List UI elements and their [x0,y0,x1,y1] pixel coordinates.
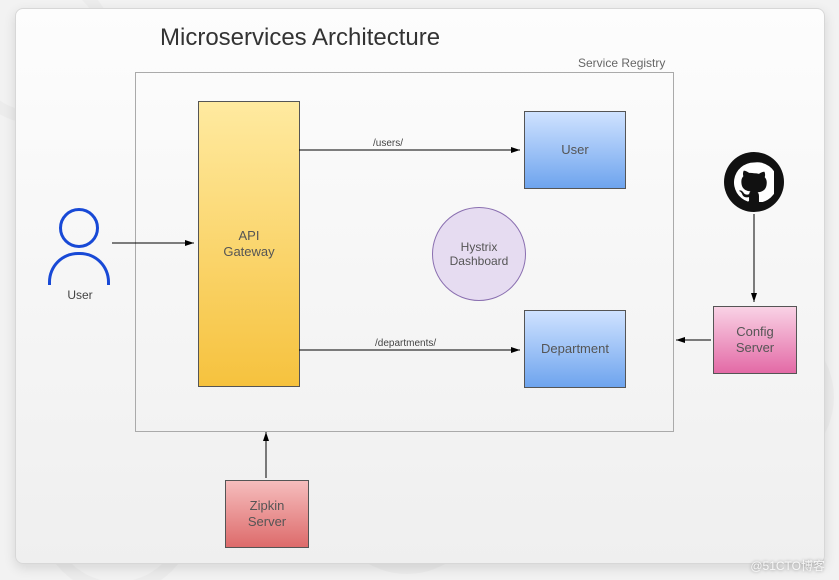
diagram-canvas: Microservices Architecture Service Regis… [0,0,839,580]
edge-label-users: /users/ [373,138,403,149]
edge-label-departments: /departments/ [375,338,436,349]
user-service-node: User [524,111,626,189]
user-icon [48,208,110,285]
zipkin-server-node: Zipkin Server [225,480,309,548]
api-gateway-node: API Gateway [198,101,300,387]
watermark: @51CTO博客 [750,557,825,574]
github-icon [724,152,784,212]
service-registry-label: Service Registry [578,56,665,70]
user-actor-label: User [60,288,100,302]
diagram-title: Microservices Architecture [160,24,440,52]
department-service-node: Department [524,310,626,388]
hystrix-dashboard-node: Hystrix Dashboard [432,207,526,301]
config-server-node: Config Server [713,306,797,374]
